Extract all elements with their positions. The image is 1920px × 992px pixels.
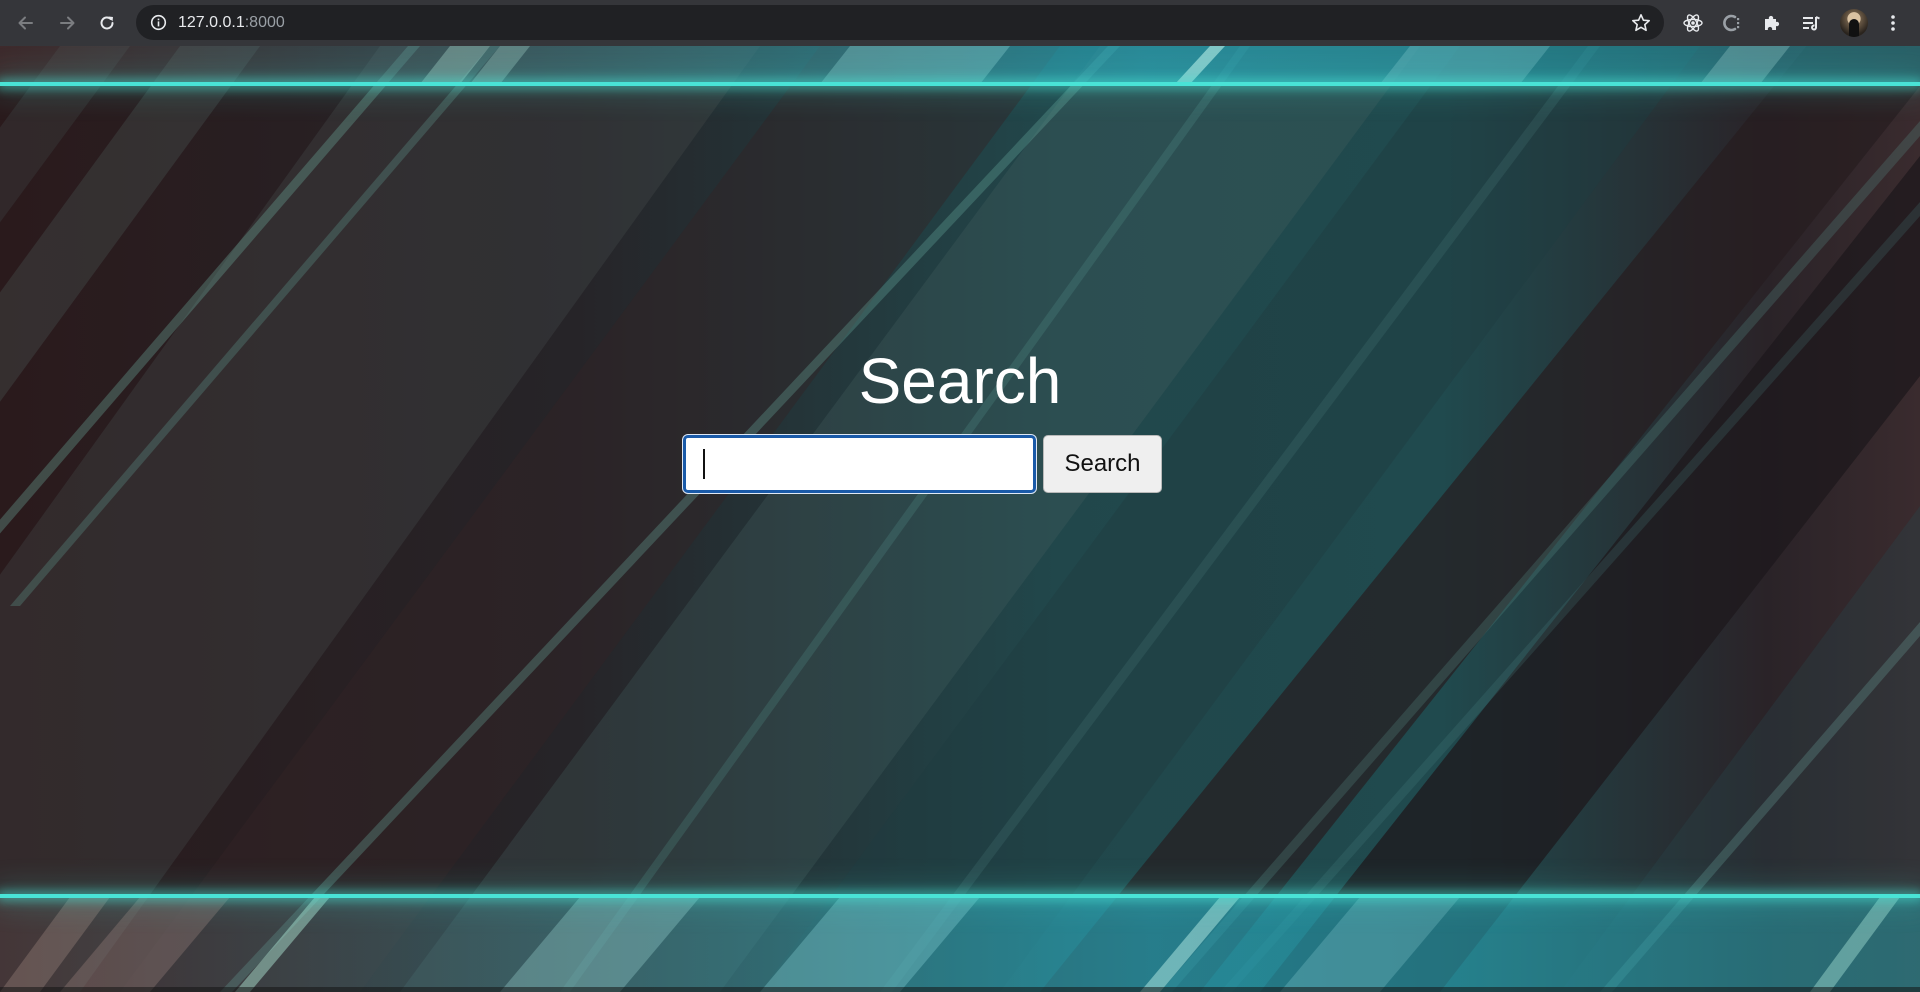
search-section: Search Search bbox=[0, 46, 1920, 992]
info-icon[interactable] bbox=[150, 14, 167, 31]
kebab-menu-icon[interactable] bbox=[1879, 9, 1907, 37]
url-port: :8000 bbox=[244, 14, 285, 31]
profile-avatar[interactable] bbox=[1840, 9, 1868, 37]
reload-icon bbox=[100, 16, 114, 30]
search-button[interactable]: Search bbox=[1043, 435, 1162, 493]
reading-list-icon[interactable] bbox=[1797, 9, 1825, 37]
star-icon[interactable] bbox=[1630, 12, 1652, 34]
browser-toolbar: 127.0.0.1:8000 bbox=[0, 0, 1920, 46]
reload-button[interactable] bbox=[91, 7, 123, 39]
horizontal-scrollbar[interactable] bbox=[0, 987, 1920, 992]
react-devtools-icon[interactable] bbox=[1679, 9, 1707, 37]
url-host: 127.0.0.1 bbox=[178, 14, 245, 31]
text-caret bbox=[703, 449, 705, 479]
puzzle-icon[interactable] bbox=[1758, 9, 1786, 37]
arrow-right-icon bbox=[60, 16, 75, 30]
url-text[interactable]: 127.0.0.1:8000 bbox=[178, 5, 285, 40]
address-bar[interactable]: 127.0.0.1:8000 bbox=[136, 5, 1664, 40]
back-button[interactable] bbox=[10, 7, 42, 39]
page-title: Search bbox=[858, 345, 1062, 417]
forward-button[interactable] bbox=[51, 7, 83, 39]
c-extension-icon[interactable] bbox=[1718, 9, 1746, 37]
page-viewport: Search Search bbox=[0, 46, 1920, 992]
search-input[interactable] bbox=[683, 435, 1036, 493]
arrow-left-icon bbox=[18, 16, 33, 30]
avatar-silhouette bbox=[1849, 19, 1859, 37]
